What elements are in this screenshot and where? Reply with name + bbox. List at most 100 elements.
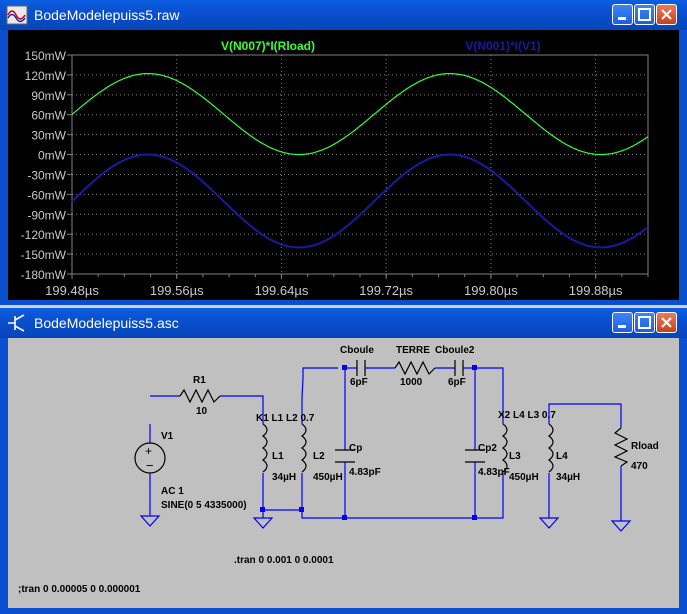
l4-value: 34µH	[556, 472, 580, 483]
close-icon	[661, 317, 672, 328]
l1-value: 34µH	[272, 472, 296, 483]
y-tick-label: -150mW	[21, 248, 67, 262]
schematic-titlebar[interactable]: BodeModelepuiss5.asc	[0, 308, 687, 338]
schematic-window: BodeModelepuiss5.asc + − R1 10 V1 AC 1 S…	[0, 308, 687, 614]
svg-text:+: +	[145, 444, 152, 458]
k1-directive: K1 L1 L2 0.7	[256, 413, 315, 424]
trace2-label[interactable]: V(N001)*I(V1)	[465, 39, 540, 53]
cboule2-capacitor	[454, 360, 464, 376]
plot-area[interactable]: V(N007)*I(Rload) V(N001)*I(V1) 150mW 120m…	[8, 30, 679, 300]
l4-name: L4	[556, 451, 568, 462]
junction-dots	[260, 365, 477, 520]
y-tick-label: 60mW	[31, 109, 66, 123]
y-tick-label: 30mW	[31, 129, 66, 143]
series-line-2	[71, 153, 649, 249]
x-axis-labels: 199.48µs 199.56µs 199.64µs 199.72µs 199.80µs…	[45, 283, 623, 298]
schematic-canvas[interactable]: + − R1 10 V1 AC 1 SINE(0 5 4335000) K1 L…	[8, 338, 679, 608]
rload-value: 470	[631, 461, 648, 472]
v1-ac: AC 1	[161, 486, 184, 497]
x-tick-label: 199.88µs	[569, 283, 623, 298]
plot-frame-left	[0, 30, 8, 305]
terre-value: 1000	[400, 377, 423, 388]
y-tick-label: -60mW	[27, 188, 66, 202]
l3-name: L3	[509, 451, 521, 462]
trace1-label[interactable]: V(N007)*I(Rload)	[221, 39, 315, 53]
schem-minimize-button[interactable]	[612, 312, 633, 333]
circuit-diagram[interactable]: + − R1 10 V1 AC 1 SINE(0 5 4335000) K1 L…	[8, 338, 679, 608]
r1-resistor	[179, 388, 221, 404]
y-tick-label: -180mW	[21, 268, 67, 282]
terre-resistor	[394, 360, 436, 376]
k2-directive: X2 L4 L3 0.7	[498, 410, 556, 421]
schem-frame-right	[679, 338, 687, 614]
close-icon	[661, 9, 672, 20]
rload-name: Rload	[631, 441, 659, 452]
v1-polarity: + −	[145, 444, 154, 473]
wires	[149, 367, 622, 521]
schematic-window-title: BodeModelepuiss5.asc	[34, 315, 179, 331]
minimize-icon	[618, 17, 626, 20]
l3-inductor	[502, 423, 508, 473]
svg-text:−: −	[146, 458, 154, 473]
terre-name: TERRE	[396, 345, 430, 356]
r1-value: 10	[196, 406, 208, 417]
series-line-1	[71, 73, 649, 156]
waveform-chart[interactable]: V(N007)*I(Rload) V(N001)*I(V1) 150mW 120m…	[8, 30, 679, 300]
plot-window-title: BodeModelepuiss5.raw	[34, 7, 180, 23]
y-tick-label: 90mW	[31, 89, 66, 103]
schem-frame-bottom	[0, 608, 687, 614]
x-tick-label: 199.56µs	[150, 283, 204, 298]
y-tick-label: 150mW	[25, 49, 67, 63]
plot-frame-right	[679, 30, 687, 305]
cp-name: Cp	[349, 443, 362, 454]
x-tick-label: 199.72µs	[359, 283, 413, 298]
maximize-button[interactable]	[634, 4, 655, 25]
cboule2-value: 6pF	[448, 377, 466, 388]
l4-inductor	[548, 423, 554, 473]
y-tick-label: 120mW	[25, 69, 67, 83]
plot-frame-bottom	[0, 300, 687, 305]
cboule-name: Cboule	[340, 345, 374, 356]
plot-window: BodeModelepuiss5.raw V(N007)*I(Rload) V(…	[0, 0, 687, 305]
minimize-icon	[618, 325, 626, 328]
schem-close-button[interactable]	[656, 312, 677, 333]
l1-name: L1	[272, 451, 284, 462]
y-tick-label: -120mW	[21, 228, 67, 242]
x-tick-label: 199.64µs	[255, 283, 309, 298]
y-tick-label: -90mW	[27, 208, 66, 222]
schem-maximize-button[interactable]	[634, 312, 655, 333]
traces	[71, 73, 649, 249]
plot-titlebar[interactable]: BodeModelepuiss5.raw	[0, 0, 687, 30]
r1-name: R1	[193, 375, 206, 386]
x-tick-label: 199.48µs	[45, 283, 99, 298]
l2-inductor	[301, 423, 307, 473]
y-tick-label: 0mW	[38, 149, 67, 163]
schematic-icon	[8, 314, 25, 332]
rload-resistor	[613, 427, 629, 467]
l2-value: 450µH	[313, 472, 343, 483]
l2-name: L2	[313, 451, 325, 462]
plot-frame	[71, 54, 649, 275]
cp2-value: 4.83pF	[478, 467, 510, 478]
minimize-button[interactable]	[612, 4, 633, 25]
v1-sine: SINE(0 5 4335000)	[161, 500, 247, 511]
tran-comment[interactable]: ;tran 0 0.00005 0 0.000001	[18, 584, 141, 595]
grid	[67, 54, 649, 279]
maximize-icon	[638, 8, 651, 21]
l1-inductor	[262, 423, 268, 473]
maximize-icon	[638, 316, 651, 329]
y-axis-labels: 150mW 120mW 90mW 60mW 30mW 0mW -30mW -60mW -90mW…	[21, 49, 67, 282]
cboule-capacitor	[356, 360, 366, 376]
cp-value: 4.83pF	[349, 467, 381, 478]
y-tick-label: -30mW	[27, 168, 66, 182]
close-button[interactable]	[656, 4, 677, 25]
tran-directive[interactable]: .tran 0 0.001 0 0.0001	[234, 555, 334, 566]
l3-value: 450µH	[509, 472, 539, 483]
waveform-icon	[6, 5, 28, 25]
cboule2-name: Cboule2	[435, 345, 475, 356]
v1-name: V1	[161, 431, 174, 442]
x-tick-label: 199.80µs	[464, 283, 518, 298]
schem-frame-left	[0, 338, 8, 614]
cp2-name: Cp2	[478, 443, 497, 454]
cboule-value: 6pF	[350, 377, 368, 388]
